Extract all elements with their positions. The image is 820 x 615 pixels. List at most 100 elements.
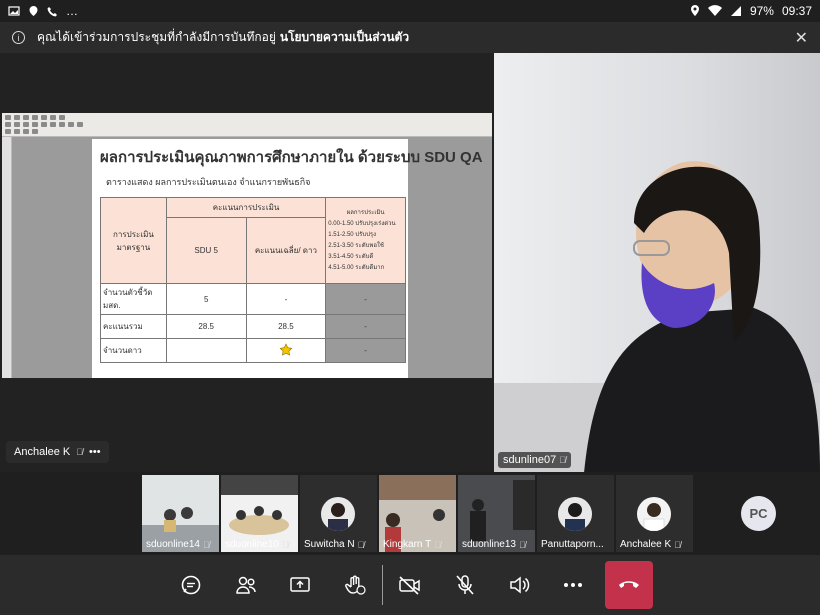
row-label: จำนวนตัวชี้วัด มสด. [100,283,167,315]
table-row: จำนวนดาว - [100,338,406,363]
location-icon [690,5,699,16]
mic-off-icon: 🎙̸ [559,455,567,465]
participant-name: Anchalee K [620,539,672,550]
acrobat-sidebar [2,137,12,378]
scale-line: 0.00-1.50 ปรับปรุงเร่งด่วน [328,220,396,227]
doc-title: ผลการประเมินคุณภาพการศึกษาภายใน ด้วยระบบ… [100,149,483,166]
participant-tile[interactable]: Panuttaporn... [537,475,614,552]
speaker-icon [510,576,530,594]
camera-off-icon [399,576,420,595]
participant-name: sduonline13 [462,539,516,550]
mic-off-icon: 🎙̸ [202,539,210,550]
people-icon [236,576,256,594]
mic-toggle-button[interactable] [448,568,482,602]
participant-strip: sduonline14 🎙̸ sduonline10 🎙̸ Suwitcha N 🎙̸… [142,475,693,552]
reactions-button[interactable] [338,568,372,602]
row-label: จำนวนดาว [100,338,167,363]
participant-label: Panuttaporn... [541,539,604,550]
chat-button[interactable] [174,568,208,602]
participant-name: Suwitcha N [304,539,355,550]
row-sdu5: 5 [165,283,247,315]
recording-message: คุณได้เข้าร่วมการประชุมที่กำลังมีการบันท… [37,30,276,44]
participant-tile[interactable]: sduonline13 🎙̸ [458,475,535,552]
status-bar: … 97% 09:37 [0,0,820,22]
signal-icon [730,6,741,16]
pinned-participant-tag[interactable]: Anchalee K 🎙̸ ••• [6,441,109,463]
privacy-policy-link[interactable]: นโยบายความเป็นส่วนตัว [280,28,409,47]
header-sdu5: SDU 5 [165,217,247,284]
location-pin-icon [29,6,38,16]
participant-tile[interactable]: Anchalee K 🎙̸ [616,475,693,552]
pinned-name: Anchalee K [14,446,71,458]
acrobat-document-area: ผลการประเมินคุณภาพการศึกษาภายใน ด้วยระบบ… [12,137,492,378]
hang-up-icon [619,581,639,588]
raise-hand-icon [345,575,366,595]
share-screen-button[interactable] [283,568,317,602]
speaker-name-tag: sdunline07 🎙̸ [498,452,572,468]
participant-tile[interactable]: sduonline10 🎙̸ [221,475,298,552]
speaker-button[interactable] [502,568,536,602]
more-icon[interactable]: ••• [89,446,101,458]
participant-tile[interactable]: Kingkarn T 🎙̸ [379,475,456,552]
participant-name: Panuttaporn... [541,539,604,550]
battery-level: 97% [749,4,774,18]
avatar [321,497,355,531]
participant-label: Suwitcha N 🎙̸ [304,539,364,550]
participant-label: sduonline13 🎙̸ [462,539,526,550]
row-result: - [325,314,406,339]
header-assess: การประเมิน มาตรฐาน [100,197,167,284]
mic-off-icon: 🎙̸ [76,447,84,457]
toolbar-divider [382,565,383,605]
results-table: การประเมิน มาตรฐาน คะแนนการประเมิน ผลการ… [100,197,406,363]
avatar [558,497,592,531]
shared-screen: ผลการประเมินคุณภาพการศึกษาภายใน ด้วยระบบ… [2,113,492,378]
overflow-avatar[interactable]: PC [741,496,776,531]
document-page: ผลการประเมินคุณภาพการศึกษาภายใน ด้วยระบบ… [92,139,483,378]
gallery-icon [8,6,20,16]
hang-up-button[interactable] [605,561,653,609]
participant-name: sduonline14 [146,539,200,550]
status-icons-left: … [8,4,78,18]
row-label: คะแนนรวม [100,314,167,339]
table-row: จำนวนตัวชี้วัด มสด. 5 - - [100,283,406,315]
participant-label: sduonline14 🎙̸ [146,539,210,550]
status-icons-right: 97% 09:37 [690,4,812,18]
header-result-title: ผลการประเมิน [346,209,385,216]
participant-label: sduonline10 🎙̸ [225,539,289,550]
participant-name: sduonline10 [225,539,279,550]
more-notifications: … [66,4,78,18]
participant-tile[interactable]: sduonline14 🎙̸ [142,475,219,552]
row-sdu5 [165,338,247,363]
mic-off-icon [456,575,474,595]
phone-icon [47,6,57,16]
more-icon [564,583,582,587]
camera-toggle-button[interactable] [393,568,427,602]
mic-off-icon: 🎙̸ [357,539,365,550]
mic-off-icon: 🎙̸ [434,539,441,550]
participant-label: Anchalee K 🎙̸ [620,539,681,550]
row-sdu5: 28.5 [165,314,247,339]
scale-line: 3.51-4.50 ระดับดี [328,253,374,260]
mic-off-icon: 🎙̸ [281,539,289,550]
participants-button[interactable] [229,568,263,602]
doc-subtitle: ตารางแสดง ผลการประเมินตนเอง จำแนกรายพันธ… [106,177,311,187]
scale-line: 2.51-3.50 ระดับพอใช้ [328,242,384,249]
scale-line: 1.51-2.50 ปรับปรุง [328,231,377,238]
participant-tile[interactable]: Suwitcha N 🎙̸ [300,475,377,552]
more-options-button[interactable] [556,568,590,602]
recording-banner: i คุณได้เข้าร่วมการประชุมที่กำลังมีการบั… [0,22,820,53]
mic-off-icon: 🎙̸ [674,539,681,550]
table-row: คะแนนรวม 28.5 28.5 - [100,314,406,339]
header-score: คะแนนการประเมิน [165,197,327,218]
participant-name: Kingkarn T [383,539,432,550]
wifi-icon [707,5,722,17]
mic-off-icon: 🎙̸ [518,539,526,550]
speaker-name: sdunline07 [503,454,557,466]
clock: 09:37 [781,4,812,18]
info-icon: i [12,31,25,44]
row-avg-star [245,338,327,363]
close-icon[interactable]: ✕ [795,28,808,48]
scale-line: 4.51-5.00 ระดับดีมาก [328,264,385,271]
share-icon [290,577,310,592]
main-speaker-video[interactable]: sdunline07 🎙̸ [494,53,820,472]
